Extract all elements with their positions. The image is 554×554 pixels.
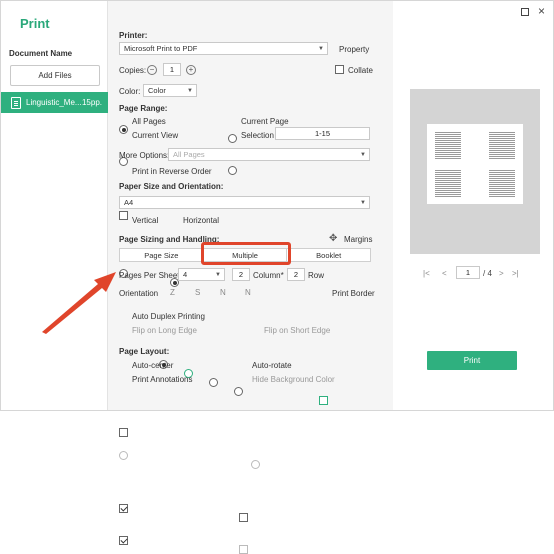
printer-select[interactable]: Microsoft Print to PDF ▼ (119, 42, 328, 55)
color-selected-value: Color (148, 86, 166, 95)
more-options-value: All Pages (173, 150, 205, 159)
selection-range-input[interactable]: 1-15 (275, 127, 370, 140)
short-edge-label: Flip on Short Edge (264, 326, 331, 335)
print-annotations-label: Print Annotations (132, 375, 193, 384)
print-border-checkbox[interactable] (319, 396, 328, 405)
close-icon[interactable]: × (538, 4, 545, 18)
annotation-arrow-icon (42, 272, 116, 334)
color-select[interactable]: Color ▼ (143, 84, 197, 97)
orient-s-icon: S (195, 288, 201, 297)
document-sidebar (1, 1, 108, 410)
print-button[interactable]: Print (427, 351, 517, 370)
next-page-icon[interactable]: > (499, 269, 504, 278)
current-page-radio[interactable] (228, 134, 237, 143)
orient-n2-radio[interactable] (234, 387, 243, 396)
rows-input[interactable]: 2 (287, 268, 305, 281)
page-range-label: Page Range: (119, 104, 168, 113)
paper-size-select[interactable]: A4 ▼ (119, 196, 370, 209)
color-label: Color: (119, 87, 141, 96)
selection-radio[interactable] (228, 166, 237, 175)
preview-sheet (427, 124, 523, 204)
hide-bg-checkbox[interactable] (239, 545, 248, 554)
collate-checkbox[interactable] (335, 65, 344, 74)
chevron-down-icon: ▼ (360, 199, 366, 206)
horizontal-label: Horizontal (183, 216, 220, 225)
print-border-label: Print Border (332, 289, 375, 298)
prev-page-icon[interactable]: < (442, 269, 447, 278)
minus-icon[interactable]: − (147, 65, 157, 75)
collate-label: Collate (348, 66, 373, 75)
pages-per-sheet-value: 4 (183, 270, 188, 279)
margins-icon[interactable]: ✥ (329, 233, 337, 244)
copies-input[interactable]: 1 (163, 63, 181, 76)
auto-center-checkbox[interactable] (119, 504, 128, 513)
auto-duplex-checkbox[interactable] (119, 428, 128, 437)
column-label: Column* (253, 271, 284, 280)
copies-label: Copies: (119, 66, 147, 75)
page-layout-label: Page Layout: (119, 347, 170, 356)
auto-rotate-checkbox[interactable] (239, 513, 248, 522)
auto-rotate-label: Auto-rotate (252, 361, 292, 370)
auto-center-label: Auto-center (132, 361, 174, 370)
plus-icon[interactable]: + (186, 65, 196, 75)
current-page-label: Current Page (241, 117, 289, 126)
row-label: Row (308, 271, 325, 280)
chevron-down-icon: ▼ (187, 87, 193, 94)
orient-z-icon: Z (170, 288, 175, 297)
selection-label: Selection (241, 131, 274, 140)
document-title: Linguistic_Me... (26, 98, 81, 107)
preview-page-3 (435, 170, 461, 198)
printer-selected-value: Microsoft Print to PDF (124, 44, 198, 53)
hide-bg-label: Hide Background Color (252, 375, 335, 384)
reverse-order-checkbox[interactable] (119, 211, 128, 220)
maximize-icon[interactable] (521, 8, 529, 16)
orientation-label: Orientation (119, 289, 159, 298)
property-link[interactable]: Property (339, 45, 369, 54)
print-annotations-checkbox[interactable] (119, 536, 128, 545)
preview-page-1 (435, 132, 461, 160)
dialog-title: Print (20, 16, 50, 31)
printer-label: Printer: (119, 31, 148, 40)
preview-page-4 (489, 170, 515, 198)
all-pages-label: All Pages (132, 117, 166, 126)
more-options-label: More Options: (119, 151, 170, 160)
chevron-down-icon: ▼ (360, 151, 366, 158)
document-list-item[interactable]: Linguistic_Me... 15pp. (1, 92, 108, 113)
current-view-label: Current View (132, 131, 179, 140)
chevron-down-icon: ▼ (318, 45, 324, 52)
add-files-button[interactable]: Add Files (10, 65, 100, 86)
highlight-box (201, 242, 291, 265)
reverse-order-label: Print in Reverse Order (132, 167, 212, 176)
more-options-select[interactable]: All Pages ▼ (168, 148, 370, 161)
all-pages-radio[interactable] (119, 125, 128, 134)
first-page-icon[interactable]: |< (423, 269, 430, 278)
chevron-down-icon: ▼ (215, 271, 221, 278)
paper-size-label: Paper Size and Orientation: (119, 182, 224, 191)
orient-n2-icon: N (245, 288, 251, 297)
last-page-icon[interactable]: >| (512, 269, 519, 278)
short-edge-radio[interactable] (251, 460, 260, 469)
document-page-count: 15pp. (81, 98, 102, 107)
margins-link[interactable]: Margins (344, 235, 372, 244)
vertical-label: Vertical (132, 216, 159, 225)
paper-size-value: A4 (124, 198, 134, 207)
tab-page-size[interactable]: Page Size (120, 249, 204, 261)
columns-input[interactable]: 2 (232, 268, 250, 281)
file-icon (11, 96, 21, 109)
long-edge-label: Flip on Long Edge (132, 326, 197, 335)
orient-n-icon: N (220, 288, 226, 297)
pages-per-sheet-label: Pages Per Sheet : (119, 271, 184, 280)
document-name-header: Document Name (9, 49, 73, 58)
pages-per-sheet-select[interactable]: 4 ▼ (178, 268, 225, 281)
tab-booklet[interactable]: Booklet (287, 249, 370, 261)
page-number-input[interactable]: 1 (456, 266, 480, 279)
preview-page-2 (489, 132, 515, 160)
auto-duplex-label: Auto Duplex Printing (132, 312, 205, 321)
orient-n-radio[interactable] (209, 378, 218, 387)
long-edge-radio[interactable] (119, 451, 128, 460)
page-total: / 4 (483, 269, 492, 278)
